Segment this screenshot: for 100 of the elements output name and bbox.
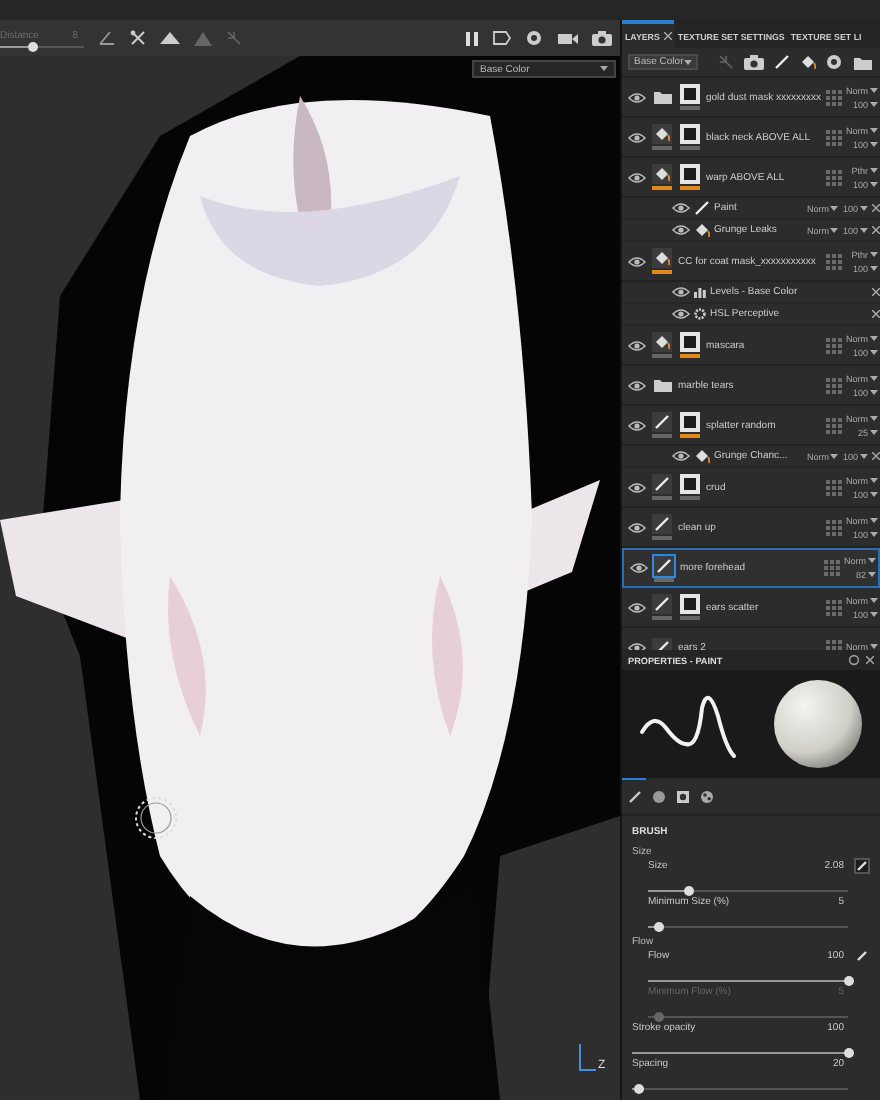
- brush-icon: [694, 200, 710, 216]
- layer-thumbnail[interactable]: [652, 164, 672, 184]
- eye-icon[interactable]: [628, 131, 646, 143]
- camera-icon[interactable]: [558, 31, 578, 45]
- grid-icon[interactable]: [826, 599, 842, 615]
- particles-icon: [699, 790, 713, 804]
- grid-icon[interactable]: [826, 377, 842, 393]
- brush-icon[interactable]: [773, 54, 790, 70]
- frame-icon[interactable]: [492, 30, 512, 46]
- eye-icon[interactable]: [672, 224, 690, 236]
- grid-icon[interactable]: [826, 169, 842, 185]
- pen-pressure-button[interactable]: [854, 858, 870, 874]
- options-icon[interactable]: [848, 654, 860, 666]
- symmetry-icon[interactable]: [130, 30, 146, 46]
- eye-icon[interactable]: [672, 202, 690, 214]
- caret-icon: [683, 59, 692, 65]
- eye-icon[interactable]: [628, 171, 646, 183]
- grid-icon[interactable]: [826, 519, 842, 535]
- eye-icon[interactable]: [672, 286, 690, 298]
- eye-icon[interactable]: [672, 308, 690, 320]
- slider-handle[interactable]: [843, 975, 853, 985]
- caret-icon: [830, 227, 839, 233]
- eye-icon[interactable]: [628, 521, 646, 533]
- mask-thumbnail[interactable]: [680, 332, 700, 352]
- layer-thumbnail[interactable]: [652, 412, 672, 432]
- sphere-preview-drawing: [771, 678, 864, 770]
- grid-icon[interactable]: [826, 337, 842, 353]
- brush-icon: [654, 516, 670, 532]
- stencil-icon: [675, 790, 689, 804]
- slider-handle[interactable]: [633, 1083, 644, 1093]
- close-icon[interactable]: [866, 656, 874, 664]
- close-icon[interactable]: [872, 204, 880, 212]
- eye-icon[interactable]: [630, 562, 648, 574]
- eye-icon[interactable]: [628, 601, 646, 613]
- caret-icon: [830, 205, 839, 211]
- bucket-icon: [654, 166, 670, 182]
- close-icon[interactable]: [872, 226, 880, 234]
- grid-icon[interactable]: [826, 129, 842, 145]
- brush-cursor-icon: [132, 794, 180, 842]
- mask-thumbnail[interactable]: [680, 124, 700, 144]
- mask-thumbnail[interactable]: [680, 594, 700, 614]
- grid-icon[interactable]: [826, 479, 842, 495]
- close-icon[interactable]: [872, 452, 880, 460]
- brush-icon: [656, 557, 672, 573]
- layer-thumbnail[interactable]: [652, 594, 672, 614]
- mask-thumbnail[interactable]: [680, 84, 700, 104]
- eye-icon[interactable]: [628, 379, 646, 391]
- sphere-icon[interactable]: [825, 54, 844, 70]
- layer-thumbnail[interactable]: [654, 555, 674, 575]
- grid-icon[interactable]: [826, 253, 842, 269]
- brush-icon: [654, 414, 670, 430]
- slider-handle[interactable]: [683, 885, 693, 895]
- eye-icon[interactable]: [628, 339, 646, 351]
- eye-icon[interactable]: [628, 481, 646, 493]
- close-icon[interactable]: [872, 288, 880, 296]
- brush-icon: [654, 476, 670, 492]
- gear-icon: [694, 308, 706, 320]
- close-icon[interactable]: [663, 32, 672, 40]
- mask-thumbnail[interactable]: [680, 164, 700, 184]
- folder-icon: [653, 90, 671, 104]
- grid-icon[interactable]: [826, 89, 842, 105]
- grid-icon[interactable]: [824, 560, 840, 576]
- eye-icon[interactable]: [628, 91, 646, 103]
- eye-icon[interactable]: [672, 450, 690, 462]
- bucket-icon: [654, 126, 670, 142]
- bucket-icon: [694, 448, 710, 464]
- close-icon[interactable]: [872, 310, 880, 318]
- pause-icon[interactable]: [466, 31, 478, 45]
- layer-thumbnail[interactable]: [652, 514, 672, 534]
- axis-gizmo-icon: [576, 1044, 596, 1072]
- sphere-icon[interactable]: [526, 30, 544, 46]
- bucket-icon[interactable]: [799, 54, 816, 70]
- eye-icon[interactable]: [628, 641, 646, 650]
- mask-thumbnail[interactable]: [680, 474, 700, 494]
- grid-icon[interactable]: [826, 417, 842, 433]
- caret-icon: [860, 227, 868, 233]
- caret-icon: [600, 66, 608, 72]
- bucket-icon: [654, 334, 670, 350]
- folder-icon: [653, 378, 671, 392]
- sphere-icon: [651, 790, 665, 804]
- layer-thumbnail[interactable]: [652, 332, 672, 352]
- bucket-icon: [694, 222, 710, 238]
- layer-thumbnail[interactable]: [652, 248, 672, 268]
- mask-thumbnail[interactable]: [680, 412, 700, 432]
- slider-handle[interactable]: [653, 921, 663, 931]
- screenshot-icon[interactable]: [592, 30, 612, 46]
- pen-icon: [856, 950, 868, 962]
- slider-handle[interactable]: [28, 41, 39, 51]
- layer-thumbnail[interactable]: [652, 474, 672, 494]
- folder-icon[interactable]: [853, 55, 872, 69]
- caret-icon: [860, 205, 868, 211]
- layer-thumbnail[interactable]: [652, 124, 672, 144]
- eye-icon[interactable]: [628, 419, 646, 431]
- caret-icon: [860, 453, 868, 459]
- bucket-icon: [654, 250, 670, 266]
- eye-icon[interactable]: [628, 255, 646, 267]
- slider-handle[interactable]: [843, 1047, 853, 1057]
- angle-icon[interactable]: [98, 30, 116, 46]
- brush-icon: [627, 790, 641, 804]
- levels-icon: [694, 286, 706, 298]
